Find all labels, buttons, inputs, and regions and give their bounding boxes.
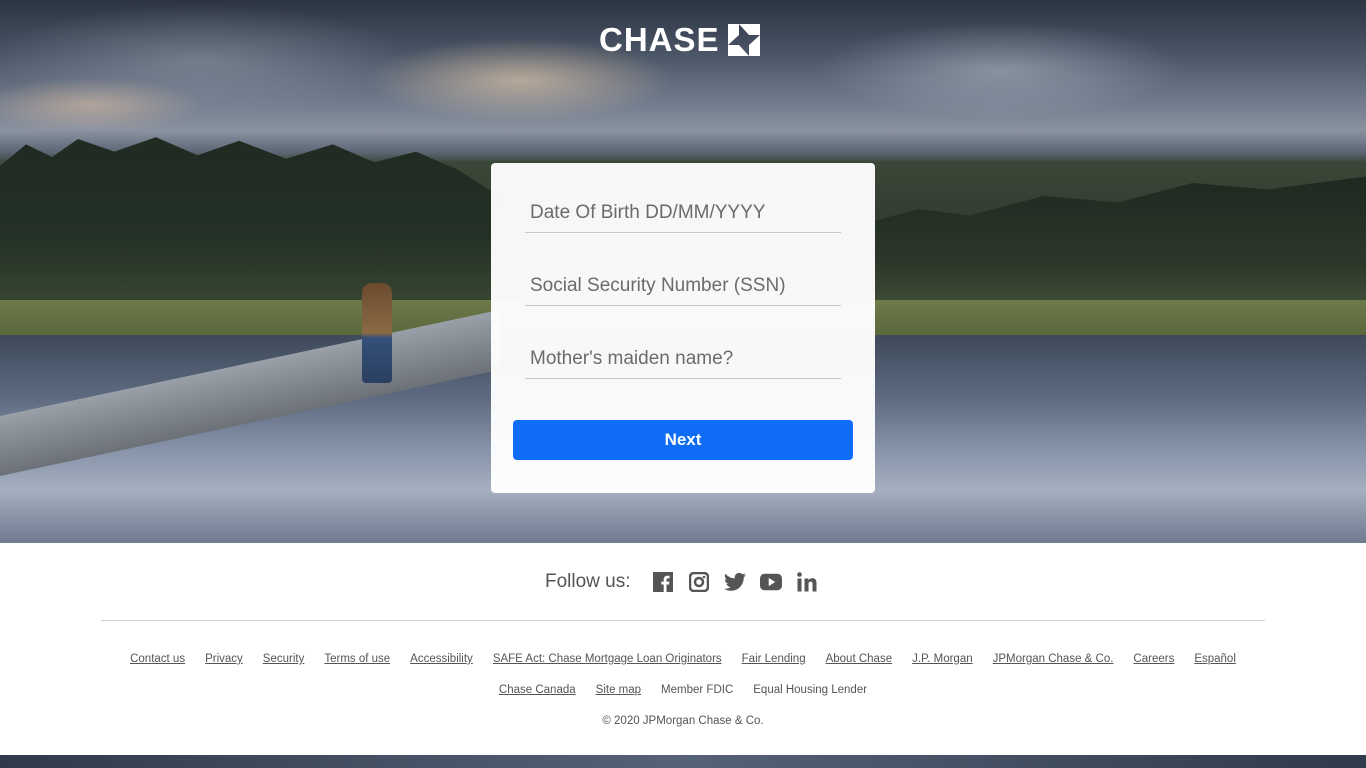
twitter-icon[interactable] [723, 571, 746, 593]
link-chase-canada[interactable]: Chase Canada [499, 684, 576, 696]
footer-links-primary: Contact us Privacy Security Terms of use… [0, 653, 1366, 665]
logo-text: CHASE [599, 21, 720, 58]
copyright: © 2020 JPMorgan Chase & Co. [602, 715, 764, 727]
link-site-map[interactable]: Site map [596, 684, 641, 696]
forest-right [870, 176, 1366, 300]
login-card: Next [491, 163, 875, 493]
link-security[interactable]: Security [263, 653, 305, 665]
instagram-icon[interactable] [688, 571, 710, 593]
link-jp-morgan[interactable]: J.P. Morgan [912, 653, 973, 665]
link-fair-lending[interactable]: Fair Lending [742, 653, 806, 665]
link-about-chase[interactable]: About Chase [826, 653, 893, 665]
link-privacy[interactable]: Privacy [205, 653, 243, 665]
link-accessibility[interactable]: Accessibility [410, 653, 473, 665]
member-fdic-text: Member FDIC [661, 684, 734, 696]
follow-label: Follow us: [545, 571, 631, 592]
youtube-icon[interactable] [759, 571, 782, 593]
footer-divider [101, 620, 1265, 621]
link-terms-of-use[interactable]: Terms of use [324, 653, 390, 665]
person-on-dock [362, 283, 392, 383]
facebook-icon[interactable] [652, 571, 674, 593]
dob-input[interactable] [525, 193, 841, 233]
next-button[interactable]: Next [513, 420, 853, 460]
bottom-background-strip [0, 755, 1366, 768]
footer-links-secondary: Chase Canada Site map Member FDIC Equal … [0, 684, 1366, 696]
link-safe-act[interactable]: SAFE Act: Chase Mortgage Loan Originator… [493, 653, 722, 665]
link-careers[interactable]: Careers [1133, 653, 1174, 665]
ssn-input[interactable] [525, 266, 841, 306]
chase-octagon-icon [727, 24, 760, 56]
linkedin-icon[interactable] [796, 571, 818, 593]
equal-housing-lender-text: Equal Housing Lender [753, 684, 868, 696]
maiden-name-input[interactable] [525, 339, 841, 379]
link-jpmorgan-chase-co[interactable]: JPMorgan Chase & Co. [993, 653, 1114, 665]
link-espanol[interactable]: Español [1194, 653, 1236, 665]
follow-us: Follow us: [545, 571, 825, 593]
footer: Follow us: Contact us Privacy Security T… [0, 543, 1366, 755]
link-contact-us[interactable]: Contact us [130, 653, 185, 665]
chase-logo[interactable]: CHASE [599, 21, 760, 58]
